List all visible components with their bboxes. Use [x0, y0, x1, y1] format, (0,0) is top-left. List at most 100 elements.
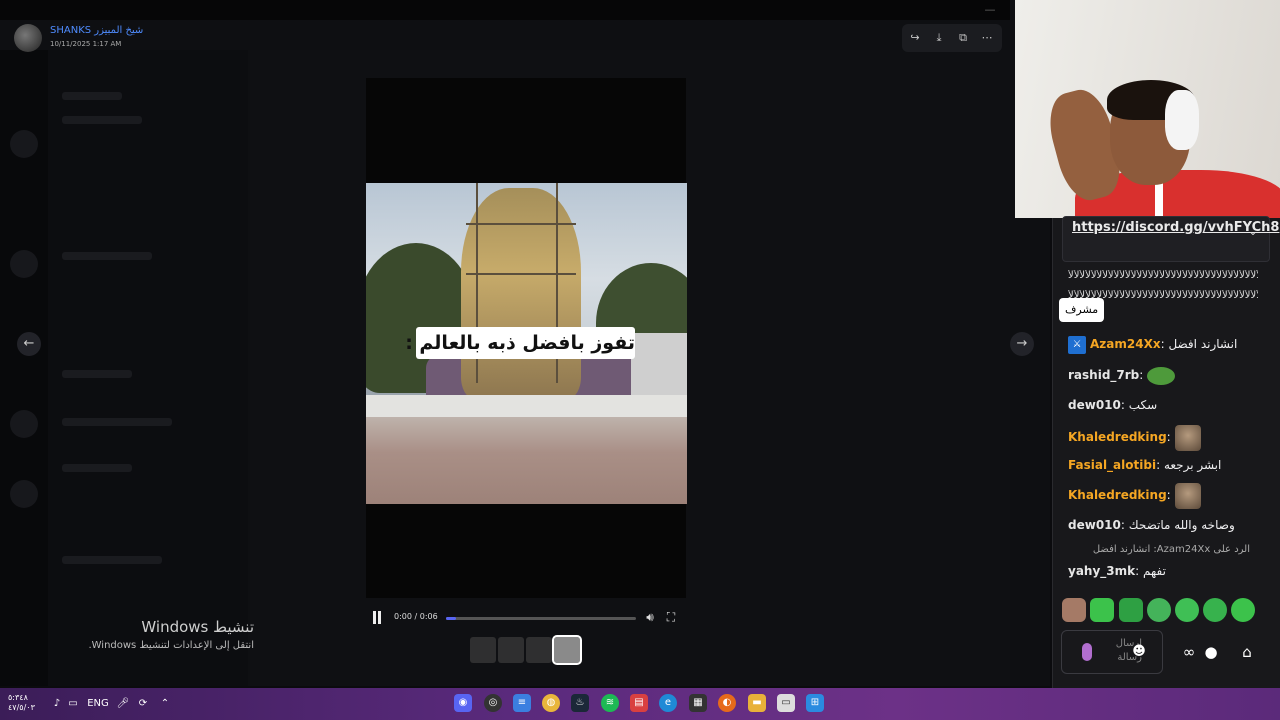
emote-icon[interactable] [1090, 598, 1114, 622]
chat-message: dew010: وصاخه والله ماتضحك [1068, 518, 1235, 532]
emote-icon[interactable] [1175, 598, 1199, 622]
chat-message-text: انشارند افضل [1168, 337, 1238, 351]
chat-input[interactable]: إرسال رسالة [1061, 630, 1163, 674]
chat-username[interactable]: Fasial_alotibi [1068, 458, 1156, 472]
thumbnail[interactable] [526, 637, 552, 663]
sync-tray-icon[interactable]: ⟳ [136, 697, 150, 711]
channel-item[interactable] [62, 418, 172, 426]
chat-username[interactable]: dew010 [1068, 398, 1121, 412]
volume-icon[interactable]: 🔊︎ [642, 609, 658, 625]
chat-message: Khaledredking: [1068, 424, 1201, 451]
clock-time: ٥:٣٤٨ [8, 693, 28, 702]
chat-message: Fasial_alotibi: ابشر برجعه [1068, 458, 1222, 472]
video-controls: 0:00 / 0:06 🔊︎ ⛶ [366, 608, 686, 628]
emote-icon[interactable] [1147, 598, 1171, 622]
chat-username[interactable]: dew010 [1068, 518, 1121, 532]
app-icon[interactable]: ◎ [484, 694, 502, 712]
bits-icon[interactable]: ● [1200, 641, 1222, 663]
microphone-icon[interactable] [1082, 643, 1092, 661]
thumbnail[interactable] [470, 637, 496, 663]
emoji-icon[interactable]: ☻ [1131, 644, 1147, 660]
chat-username[interactable]: Khaledredking [1068, 488, 1167, 502]
emote-icon[interactable] [1062, 598, 1086, 622]
chrome-icon[interactable]: ◍ [542, 694, 560, 712]
firefox-icon[interactable]: ◐ [718, 694, 736, 712]
chat-username[interactable]: Azam24Xx [1090, 337, 1161, 351]
avatar[interactable] [14, 24, 42, 52]
building [631, 333, 687, 403]
store-icon[interactable]: ⌂ [1236, 641, 1258, 663]
steam-icon[interactable]: ♨ [571, 694, 589, 712]
chat-message-text: ابشر برجعه [1163, 458, 1222, 472]
video-progress-bar[interactable] [446, 617, 636, 620]
more-icon[interactable]: ⋯ [978, 29, 996, 47]
volume-tray-icon[interactable]: ♪ [50, 697, 64, 711]
emote-icon[interactable] [1203, 598, 1227, 622]
windows-start-icon[interactable]: ⊞ [806, 694, 824, 712]
discord-icon[interactable]: ◉ [454, 694, 472, 712]
taskbar-clock[interactable]: ٥:٣٤٨ ٤٧/٥/٠٣ [8, 693, 35, 713]
chat-message-text: تفهم [1142, 564, 1166, 578]
network-tray-icon[interactable]: ▭ [66, 697, 80, 711]
author-name[interactable]: SHANKS شيخ المبيزر [50, 25, 143, 36]
server-icon[interactable] [10, 480, 38, 508]
folder-icon[interactable]: ▬ [748, 694, 766, 712]
chat-message: rashid_7rb: [1068, 364, 1176, 386]
server-icon[interactable] [10, 410, 38, 438]
window-icon[interactable]: ▭ [777, 694, 795, 712]
face-emote-icon[interactable] [1174, 482, 1201, 509]
channel-list [48, 50, 248, 686]
download-icon[interactable]: ⤓ [930, 29, 948, 47]
pinned-message[interactable]: https://discord.gg/vvhFYCh8 ⌄ [1062, 216, 1279, 262]
chevron-up-icon[interactable]: ⌃ [158, 697, 172, 711]
language-indicator[interactable]: ENG [86, 697, 110, 711]
previous-arrow-button[interactable]: ← [17, 332, 41, 356]
channel-item[interactable] [62, 464, 132, 472]
emote-icon[interactable] [1119, 598, 1143, 622]
thumbnail-active[interactable] [552, 635, 582, 665]
spotify-icon[interactable]: ≋ [601, 694, 619, 712]
chevron-down-icon[interactable]: ⌄ [1245, 225, 1261, 241]
minimize-icon[interactable]: — [982, 2, 998, 18]
reply-reference[interactable]: الرد على Azam24Xx: انشارند افضل [1068, 544, 1250, 555]
post-date: 10/11/2025 1:17 AM [50, 40, 122, 48]
statue [461, 188, 581, 398]
taskbar: ٥:٣٤٨ ٤٧/٥/٠٣ ♪ ▭ ENG 🎤︎ ⟳ ⌃ ◉ ◎ ≡ ◍ ♨ ≋… [0, 688, 1280, 720]
infinity-icon[interactable]: ∞ [1178, 641, 1200, 663]
forward-icon[interactable]: ↪ [906, 29, 924, 47]
scaffolding [466, 273, 576, 275]
webcam-feed [1015, 0, 1280, 218]
pepe-emote-icon[interactable] [1147, 366, 1176, 385]
video-frame[interactable]: تفوز بافضل ذبه بالعالم : [366, 183, 687, 504]
channel-item[interactable] [62, 252, 152, 260]
chat-username[interactable]: rashid_7rb [1068, 368, 1139, 382]
notes-icon[interactable]: ≡ [513, 694, 531, 712]
microphone-tray-icon[interactable]: 🎤︎ [116, 697, 130, 711]
video-time: 0:00 / 0:06 [394, 612, 438, 621]
fullscreen-icon[interactable]: ⛶ [664, 610, 678, 624]
activation-title: تنشيط Windows [141, 618, 254, 636]
channel-item[interactable] [62, 556, 162, 564]
channel-item[interactable] [62, 92, 122, 100]
server-icon[interactable] [10, 250, 38, 278]
chat-username[interactable]: Khaledredking [1068, 430, 1167, 444]
chat-message: Khaledredking: [1068, 482, 1201, 509]
server-icon[interactable] [10, 130, 38, 158]
clock-date: ٤٧/٥/٠٣ [8, 703, 35, 712]
next-arrow-button[interactable]: → [1010, 332, 1034, 356]
clapper-icon[interactable]: ▦ [689, 694, 707, 712]
moderator-tooltip: مشرف [1059, 298, 1105, 322]
chat-message-text: ﻷﻷﻷﻷﻷﻷﻷﻷﻷﻷﻷﻷﻷﻷﻷﻷﻷﻷﻷﻷﻷﻷﻷﻷﻷﻷﻷﻷﻷﻷﻷﻷﻷﻷﻷﻷﻷﻷﻷ [1068, 270, 1258, 281]
face-emote-icon[interactable] [1174, 424, 1201, 451]
channel-item[interactable] [62, 370, 132, 378]
emote-icon[interactable] [1231, 598, 1255, 622]
chat-username[interactable]: yahy_3mk [1068, 564, 1135, 578]
app-icon[interactable]: ▤ [630, 694, 648, 712]
pinned-link[interactable]: https://discord.gg/vvhFYCh8 [1072, 218, 1279, 238]
edge-icon[interactable]: e [659, 694, 677, 712]
pause-icon[interactable] [371, 611, 383, 624]
channel-item[interactable] [62, 116, 142, 124]
moderator-badge-icon[interactable]: ⚔ [1068, 335, 1086, 354]
thumbnail[interactable] [498, 637, 524, 663]
open-external-icon[interactable]: ⧉ [954, 29, 972, 47]
